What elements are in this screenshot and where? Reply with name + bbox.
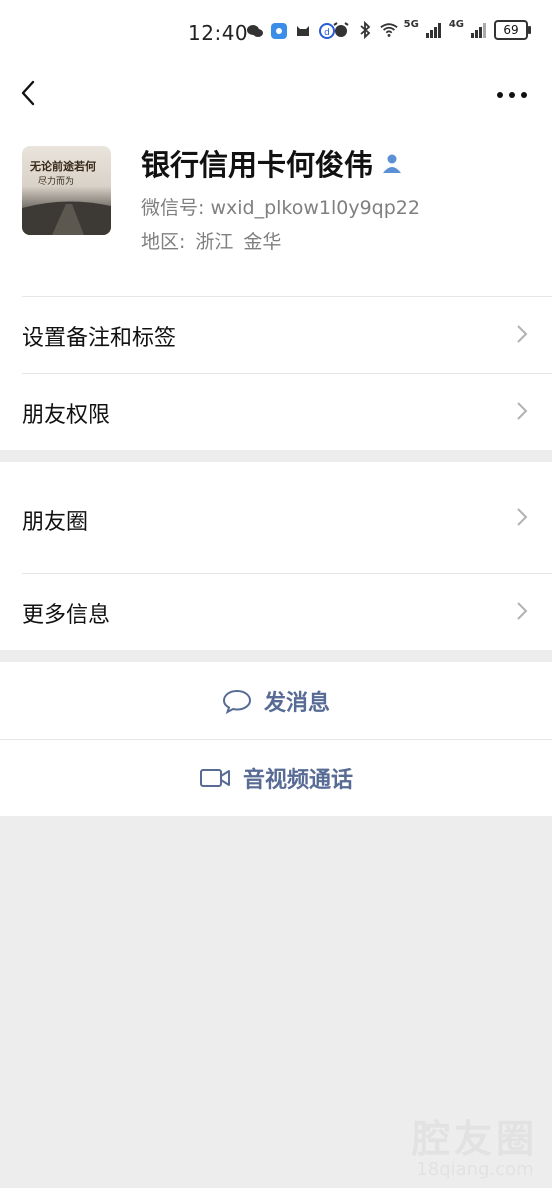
region-label: 地区: — [141, 231, 186, 253]
bluetooth-icon — [360, 21, 370, 39]
svg-text:d: d — [324, 28, 330, 38]
wifi-icon — [380, 23, 398, 37]
back-icon[interactable] — [14, 76, 46, 110]
region-province: 浙江 — [195, 231, 234, 253]
battery-indicator: 69 — [494, 20, 531, 40]
contact-name: 银行信用卡何俊伟 — [141, 148, 374, 182]
more-info-label: 更多信息 — [22, 603, 111, 628]
send-message-button[interactable]: 发消息 — [0, 662, 552, 739]
friend-permissions-row[interactable]: 朋友权限 — [0, 373, 552, 450]
network-5g-label: 5G — [403, 18, 419, 30]
region: 地区: 浙江 金华 — [141, 227, 291, 254]
status-notification-icons: d — [246, 22, 336, 40]
section-gap — [0, 650, 552, 662]
watermark-sub: 18qiang.com — [416, 1159, 534, 1180]
nav-bar — [0, 64, 552, 124]
chevron-right-icon — [517, 508, 528, 526]
row-divider — [22, 373, 552, 374]
cat-app-icon — [297, 26, 309, 36]
chevron-right-icon — [517, 325, 528, 343]
friend-permissions-label: 朋友权限 — [22, 403, 111, 428]
signal-icon-2 — [471, 23, 486, 38]
app-notification-icon — [271, 23, 287, 39]
section-gap — [0, 450, 552, 462]
moments-label: 朋友圈 — [22, 510, 89, 535]
row-divider — [22, 296, 552, 297]
video-call-label: 音视频通话 — [242, 767, 353, 793]
status-time: 12:40 — [188, 21, 249, 45]
svg-text:无论前途若何: 无论前途若何 — [29, 159, 96, 173]
gender-person-icon — [383, 154, 402, 173]
remarks-tags-label: 设置备注和标签 — [22, 326, 177, 351]
svg-text:尽力而为: 尽力而为 — [38, 175, 74, 187]
status-bar: 12:40 d 5G 4G 69 — [0, 0, 552, 64]
region-city: 金华 — [243, 231, 282, 253]
remarks-tags-row[interactable]: 设置备注和标签 — [0, 296, 552, 373]
moments-row[interactable]: 朋友圈 — [0, 462, 552, 573]
action-divider — [0, 739, 552, 740]
chevron-right-icon — [517, 602, 528, 620]
status-system-icons: 5G 4G 69 — [332, 18, 531, 40]
more-info-row[interactable]: 更多信息 — [0, 573, 552, 650]
alarm-icon — [333, 22, 349, 37]
avatar[interactable]: 无论前途若何 尽力而为 — [22, 146, 111, 235]
network-4g-label: 4G — [448, 18, 464, 30]
send-message-label: 发消息 — [263, 690, 330, 716]
wechat-icon — [247, 25, 263, 37]
avatar-image: 无论前途若何 尽力而为 — [22, 159, 111, 235]
video-call-button[interactable]: 音视频通话 — [0, 739, 552, 816]
chevron-right-icon — [517, 402, 528, 420]
row-divider — [22, 573, 552, 574]
name-row: 银行信用卡何俊伟 — [141, 142, 403, 184]
wechat-id: 微信号: wxid_plkow1l0y9qp22 — [141, 197, 420, 219]
profile-header: 无论前途若何 尽力而为 银行信用卡何俊伟 微信号: wxid_plkow1l0y… — [0, 124, 552, 296]
watermark: 腔友圈 18qiang.com — [412, 1108, 538, 1180]
signal-icon — [425, 23, 441, 38]
more-options-icon[interactable] — [492, 80, 532, 110]
chat-bubble-icon — [222, 689, 251, 714]
video-camera-icon — [199, 768, 230, 787]
watermark-main: 腔友圈 — [411, 1117, 538, 1161]
